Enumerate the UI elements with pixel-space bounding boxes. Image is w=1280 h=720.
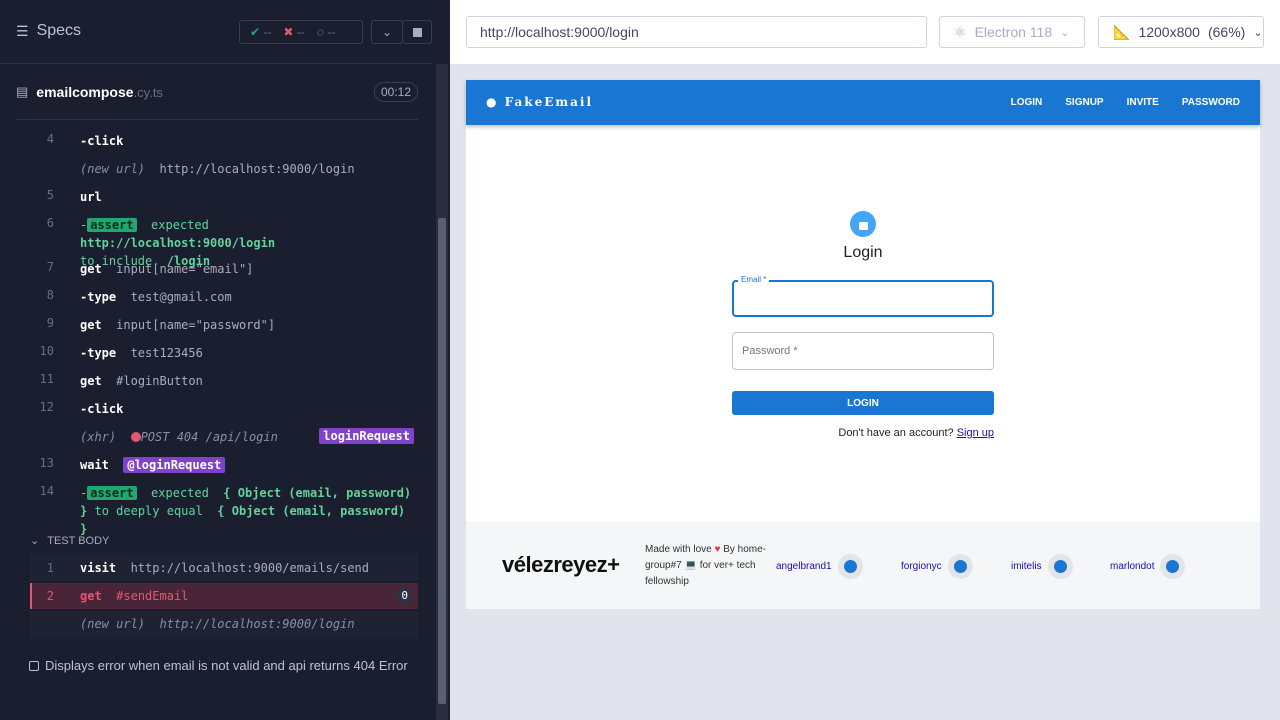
brand-logo[interactable]: ● FakeEmail xyxy=(486,95,593,109)
heart-icon: ♥ xyxy=(714,544,721,555)
spec-file-row[interactable]: ▤ emailcompose .cy.ts 00:12 xyxy=(16,80,418,104)
viewport-selector[interactable]: 📐 1200x800 (66%) ⌄ xyxy=(1098,16,1264,48)
browser-bar: http://localhost:9000/login ⚛ Electron 1… xyxy=(450,0,1280,64)
email-field[interactable] xyxy=(732,280,994,317)
zoom-level: (66%) xyxy=(1207,24,1246,40)
divider xyxy=(16,119,418,120)
laptop-icon: 💻 xyxy=(684,560,697,571)
checkbox-icon xyxy=(29,660,39,671)
pending-stat: ◌ -- xyxy=(316,25,336,39)
login-button[interactable]: LOGIN xyxy=(732,391,994,415)
collapse-button[interactable]: ⌄ xyxy=(371,20,403,44)
chevron-down-icon: ⌄ xyxy=(1060,26,1070,39)
failed-command-row[interactable]: 2 get #sendEmail 0 xyxy=(30,583,418,609)
spec-file-name: emailcompose xyxy=(36,84,134,100)
login-title: Login xyxy=(843,244,883,261)
specs-toggle[interactable]: ☰ Specs xyxy=(16,22,81,40)
element-count-badge: 0 xyxy=(397,588,412,603)
alias-badge: loginRequest xyxy=(319,428,414,444)
chevron-down-icon: ⌄ xyxy=(30,535,40,547)
pending-icon: ◌ xyxy=(316,25,324,39)
cross-icon: ✖ xyxy=(283,25,294,39)
app-navbar: ● FakeEmail LOGIN SIGNUP INVITE PASSWORD xyxy=(466,80,1260,125)
nav-login[interactable]: LOGIN xyxy=(1011,97,1043,108)
test-stats: ✔ -- ✖ -- ◌ -- xyxy=(239,20,363,44)
app-under-test: ● FakeEmail LOGIN SIGNUP INVITE PASSWORD… xyxy=(466,80,1260,609)
chevron-down-icon: ⌄ xyxy=(1253,26,1263,39)
nav-signup[interactable]: SIGNUP xyxy=(1065,97,1103,108)
github-icon[interactable] xyxy=(837,554,863,579)
passed-stat: ✔ -- xyxy=(250,25,272,39)
test-body-toggle[interactable]: ⌄ TEST BODY xyxy=(30,534,110,548)
lock-icon xyxy=(850,211,876,237)
app-footer: vélezreyez+ Made with love ♥ By home-gro… xyxy=(466,522,1260,609)
email-label: Email * xyxy=(738,275,770,284)
ghost-icon: ● xyxy=(486,95,499,109)
github-icon[interactable] xyxy=(1047,554,1073,579)
member-link[interactable]: imitelis xyxy=(1011,554,1073,579)
command-row[interactable]: 1 visit http://localhost:9000/emails/sen… xyxy=(30,555,418,581)
nav-links: LOGIN SIGNUP INVITE PASSWORD xyxy=(1011,97,1240,108)
error-dot-icon xyxy=(130,432,141,442)
password-field[interactable]: Password * xyxy=(732,332,994,370)
made-with-love-text: Made with love ♥ By home-group#7 💻 for v… xyxy=(645,544,766,587)
url-bar[interactable]: http://localhost:9000/login xyxy=(466,16,927,48)
alias-badge: @loginRequest xyxy=(123,457,226,473)
footer-logo: vélezreyez+ xyxy=(502,552,620,577)
nav-invite[interactable]: INVITE xyxy=(1127,97,1159,108)
viewport-size: 1200x800 xyxy=(1138,24,1200,40)
specs-label: Specs xyxy=(36,22,82,39)
member-link[interactable]: forgionyc xyxy=(901,554,973,579)
electron-icon: ⚛ xyxy=(954,23,967,40)
spec-timer: 00:12 xyxy=(373,82,418,102)
file-icon: ▤ xyxy=(16,84,29,99)
scrollbar-thumb[interactable] xyxy=(438,218,446,704)
stop-button[interactable] xyxy=(403,20,432,44)
test-body-label: TEST BODY xyxy=(47,534,110,547)
signup-link[interactable]: Sign up xyxy=(957,427,994,439)
spec-file-ext: .cy.ts xyxy=(133,84,163,100)
command-row[interactable]: (new url) http://localhost:9000/login xyxy=(30,611,418,637)
specs-menu-icon: ☰ xyxy=(16,22,29,39)
command-log-panel: ☰ Specs ✔ -- ✖ -- ◌ -- ⌄ ▤ emailcompose … xyxy=(0,0,450,720)
app-preview-panel: http://localhost:9000/login ⚛ Electron 1… xyxy=(450,0,1280,720)
nav-password[interactable]: PASSWORD xyxy=(1182,97,1240,108)
github-icon[interactable] xyxy=(1160,554,1186,579)
specs-header: ☰ Specs ✔ -- ✖ -- ◌ -- ⌄ xyxy=(0,0,432,64)
github-icon[interactable] xyxy=(947,554,973,579)
check-icon: ✔ xyxy=(250,25,261,39)
member-link[interactable]: angelbrand1 xyxy=(776,554,863,579)
signup-prompt: Don't have an account? Sign up xyxy=(838,427,994,439)
member-link[interactable]: marlondot xyxy=(1110,554,1186,579)
failed-stat: ✖ -- xyxy=(283,25,305,39)
test-suite-row[interactable]: Displays error when email is not valid a… xyxy=(29,658,408,673)
chevron-down-icon: ⌄ xyxy=(381,25,393,39)
test-title: Displays error when email is not valid a… xyxy=(45,658,408,673)
stop-icon xyxy=(412,27,422,37)
ruler-icon: 📐 xyxy=(1113,23,1131,40)
browser-selector[interactable]: ⚛ Electron 118 ⌄ xyxy=(939,16,1085,48)
browser-name: Electron 118 xyxy=(974,24,1053,40)
